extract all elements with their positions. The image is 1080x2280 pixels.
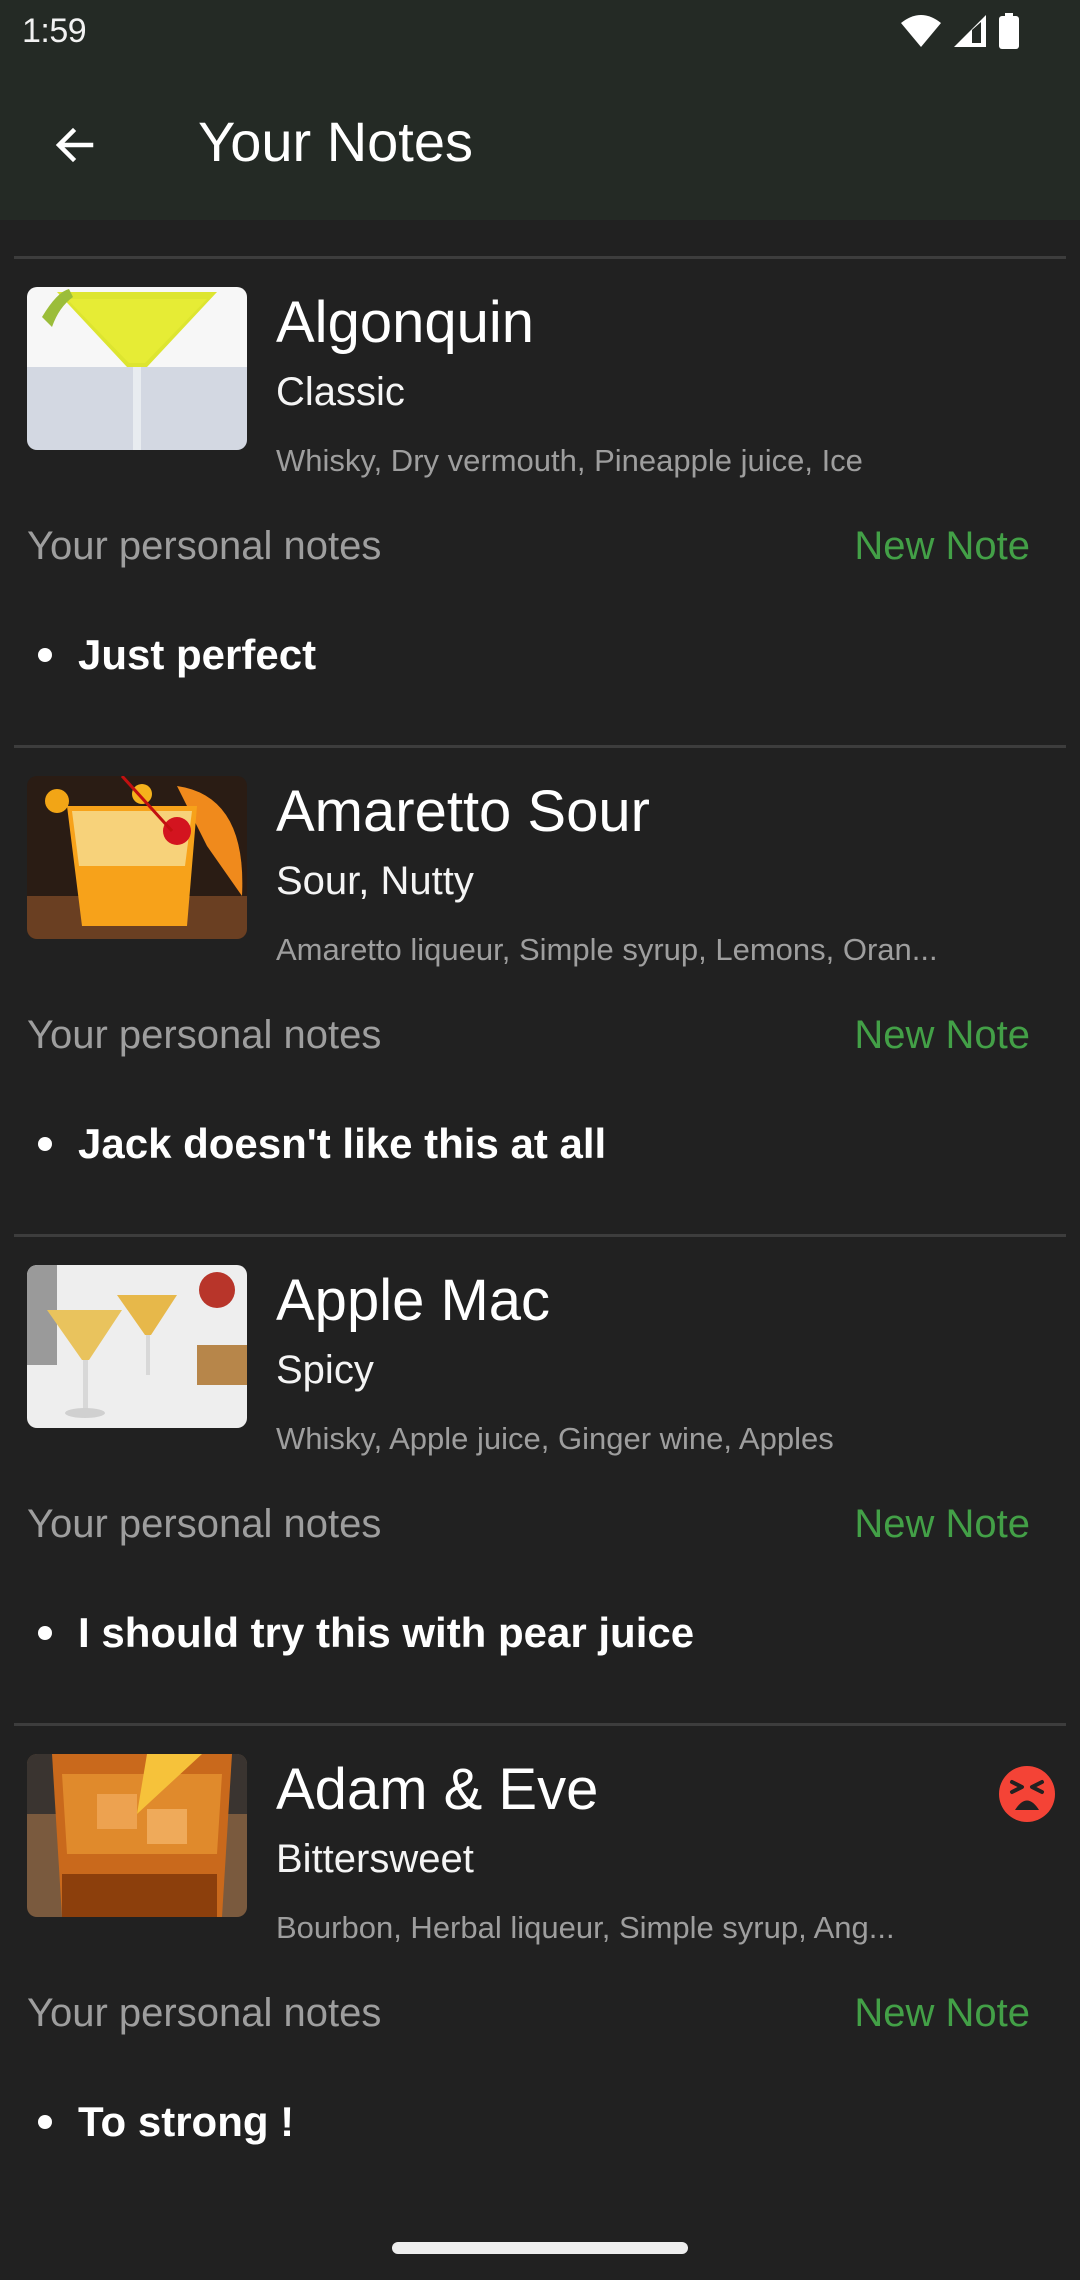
arrow-back-icon	[55, 127, 94, 163]
cocktail-name: Algonquin	[276, 290, 534, 355]
cocktail-name: Apple Mac	[276, 1268, 551, 1333]
new-note-button[interactable]: New Note	[854, 1989, 1030, 2037]
status-bar: 1:59	[0, 0, 1080, 66]
bullet	[38, 2115, 52, 2130]
note-item[interactable]: Jack doesn't like this at all	[38, 1119, 606, 1169]
cocktail-category: Sour, Nutty	[276, 859, 474, 903]
divider	[14, 745, 1066, 748]
notes-label: Your personal notes	[27, 1502, 382, 1546]
bullet	[38, 648, 52, 663]
back-button[interactable]	[40, 110, 110, 180]
cocktail-category: Spicy	[276, 1348, 374, 1392]
battery-icon	[998, 12, 1020, 54]
note-text: Jack doesn't like this at all	[78, 1120, 607, 1167]
cocktail-image	[27, 1265, 247, 1428]
cocktail-ingredients: Whisky, Apple juice, Ginger wine, Apples	[276, 1421, 834, 1456]
cocktail-ingredients: Whisky, Dry vermouth, Pineapple juice, I…	[276, 443, 863, 478]
cocktail-card[interactable]: Algonquin Classic Whisky, Dry vermouth, …	[0, 220, 1080, 709]
cocktail-category: Bittersweet	[276, 1837, 474, 1881]
cocktail-card[interactable]: Adam & Eve Bittersweet Bourbon, Herbal l…	[0, 1687, 1080, 2176]
notes-list: Algonquin Classic Whisky, Dry vermouth, …	[0, 220, 1080, 2176]
notes-label: Your personal notes	[27, 524, 382, 568]
note-text: Just perfect	[78, 631, 317, 678]
angry-face-icon[interactable]	[998, 1765, 1056, 1823]
cocktail-name: Amaretto Sour	[276, 779, 650, 844]
note-item[interactable]: Just perfect	[38, 630, 316, 680]
home-indicator[interactable]	[392, 2242, 688, 2254]
cocktail-card[interactable]: Amaretto Sour Sour, Nutty Amaretto lique…	[0, 709, 1080, 1198]
divider	[14, 1723, 1066, 1726]
divider	[14, 1234, 1066, 1237]
cocktail-image	[27, 776, 247, 939]
notes-label: Your personal notes	[27, 1013, 382, 1057]
cocktail-name: Adam & Eve	[276, 1757, 599, 1822]
wifi-icon	[900, 13, 942, 54]
status-time: 1:59	[22, 12, 87, 50]
page-title: Your Notes	[198, 110, 473, 173]
note-text: I should try this with pear juice	[78, 1609, 695, 1656]
notes-label: Your personal notes	[27, 1991, 382, 2035]
cellular-signal-icon	[952, 13, 988, 54]
cocktail-category: Classic	[276, 370, 405, 414]
cocktail-ingredients: Amaretto liqueur, Simple syrup, Lemons, …	[276, 932, 938, 967]
new-note-button[interactable]: New Note	[854, 522, 1030, 570]
bullet	[38, 1137, 52, 1152]
bullet	[38, 1626, 52, 1641]
cocktail-image	[27, 1754, 247, 1917]
new-note-button[interactable]: New Note	[854, 1011, 1030, 1059]
note-item[interactable]: I should try this with pear juice	[38, 1608, 694, 1658]
cocktail-ingredients: Bourbon, Herbal liqueur, Simple syrup, A…	[276, 1910, 895, 1945]
status-icons	[900, 12, 1020, 54]
note-text: To strong !	[78, 2098, 295, 2145]
cocktail-card[interactable]: Apple Mac Spicy Whisky, Apple juice, Gin…	[0, 1198, 1080, 1687]
note-item[interactable]: To strong !	[38, 2097, 294, 2147]
divider	[14, 256, 1066, 259]
new-note-button[interactable]: New Note	[854, 1500, 1030, 1548]
cocktail-image	[27, 287, 247, 450]
app-bar: Your Notes	[0, 66, 1080, 220]
